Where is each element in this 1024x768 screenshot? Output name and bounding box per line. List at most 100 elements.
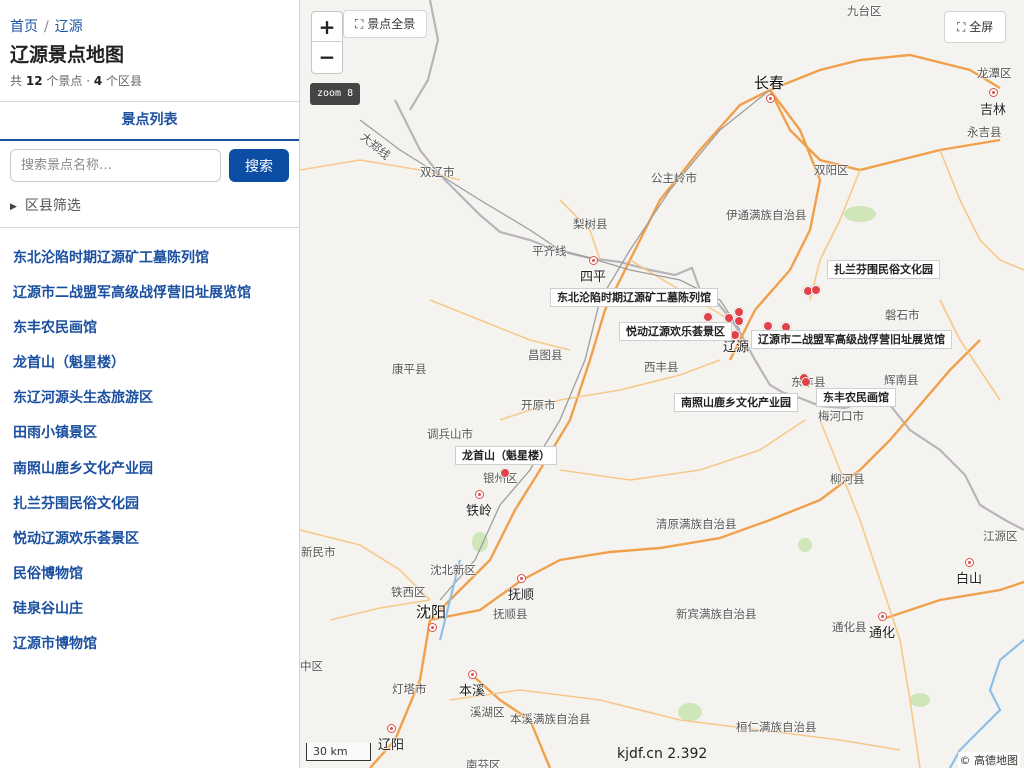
spot-label-yuedong[interactable]: 悦动辽源欢乐荟景区 [619,322,732,341]
spot-marker[interactable] [811,285,821,295]
spot-marker[interactable] [703,312,713,322]
place-label-diaobingshan: 调兵山市 [427,427,473,441]
place-label-xinbin: 新宾满族自治县 [676,607,757,621]
city-dot-tonghua [878,612,887,621]
spot-list-item[interactable]: 东丰农民画馆 [13,319,251,354]
place-label-dengta: 灯塔市 [392,682,427,696]
zoom-out-button[interactable]: − [312,42,342,72]
zoom-level-badge: zoom 8 [310,83,361,105]
spot-list-item[interactable]: 龙首山（魁星楼） [13,354,251,389]
place-label-liaoyang: 辽阳 [378,738,405,753]
city-dot-liaoyang [387,724,396,733]
place-label-changtu: 昌图县 [528,348,563,362]
place-label-shenbei: 沈北新区 [430,563,476,577]
place-label-fushun: 抚顺 [508,588,535,603]
place-label-huanren: 桓仁满族自治县 [736,720,817,734]
district-filter-label: 区县筛选 [24,198,81,214]
place-label-kangping: 康平县 [392,362,427,376]
caret-right-icon: ▶ [10,202,17,212]
place-label-shuangliao: 双辽市 [420,165,455,179]
place-label-jilin: 吉林 [980,103,1007,118]
district-filter-toggle[interactable]: ▶ 区县筛选 [10,195,81,215]
spot-list-item[interactable]: 田雨小镇景区 [13,424,251,459]
tab-spot-list[interactable]: 景点列表 [0,102,299,139]
city-dot-benxi [468,670,477,679]
city-dot-shenyang [428,623,437,632]
spot-marker[interactable] [500,468,510,478]
city-dot-baishan [965,558,974,567]
zoom-control: + − [311,11,343,74]
place-label-shuangyang: 双阳区 [814,163,849,177]
breadcrumb-current[interactable]: 辽源 [55,19,83,35]
fullscreen-button[interactable]: ⛶ 全屏 [944,11,1007,43]
spot-list-item[interactable]: 辽源市二战盟军高级战俘营旧址展览馆 [13,284,251,319]
spot-list-item[interactable]: 东北沦陷时期辽源矿工墓陈列馆 [13,249,251,284]
place-label-changchun: 长春 [754,74,785,92]
spot-list-item[interactable]: 悦动辽源欢乐荟景区 [13,530,251,565]
map-view[interactable]: 九台区 龙潭区 永吉县 双辽市 公主岭市 双阳区 伊通满族自治县 梨树县 平齐线… [300,0,1024,768]
spot-marker[interactable] [734,316,744,326]
spot-list-item[interactable]: 东辽河源头生态旅游区 [13,389,251,424]
place-label-qingyuan: 清原满族自治县 [656,517,737,531]
place-label-jiangyuan: 江源区 [983,529,1018,543]
city-dot-siping [589,256,598,265]
spot-label-dongfeng[interactable]: 东丰农民画馆 [816,388,896,407]
expand-icon: ⛶ [355,17,364,31]
place-label-baishan: 白山 [956,572,983,587]
spot-list-item[interactable]: 民俗博物馆 [13,565,251,600]
fullscreen-label: 全屏 [969,20,994,34]
spot-label-zhanlan[interactable]: 扎兰芬围民俗文化园 [827,260,940,279]
place-label-longtan: 龙潭区 [977,66,1012,80]
spot-unit: 个景点 · [46,74,91,88]
spot-list-item[interactable]: 硅泉谷山庄 [13,600,251,635]
city-dot-fushun [517,574,526,583]
map-copyright[interactable]: © 高德地图 [957,752,1020,768]
place-label-pingqi: 平齐线 [532,244,567,258]
breadcrumb: 首页 / 辽源 [10,16,83,36]
scale-bar: 30 km [306,743,371,761]
overview-button[interactable]: ⛶ 景点全景 [343,10,428,38]
sidebar: 首页 / 辽源 辽源景点地图 共 12 个景点 · 4 个区县 景点列表 搜索 ▶ 区… [0,0,300,768]
place-label-yongji: 永吉县 [967,125,1002,139]
place-label-gongzhuling: 公主岭市 [651,171,697,185]
summary-text: 共 12 个景点 · 4 个区县 [10,72,142,89]
place-label-xihu: 溪湖区 [470,705,505,719]
spot-label-zhanfu[interactable]: 辽源市二战盟军高级战俘营旧址展览馆 [751,330,952,349]
place-label-nanfen: 南芬区 [466,758,501,768]
page-title: 辽源景点地图 [10,44,125,66]
spot-list-item[interactable]: 扎兰芬围民俗文化园 [13,495,251,530]
city-dot-changchun [766,94,775,103]
place-label-yitong: 伊通满族自治县 [726,208,807,222]
place-label-shenyang: 沈阳 [416,603,447,621]
search-input[interactable] [10,149,221,182]
zoom-in-button[interactable]: + [312,12,342,42]
place-label-tiexi: 铁西区 [391,585,426,599]
place-label-meihekou: 梅河口市 [818,409,864,423]
roads [300,149,1024,768]
divider [0,227,299,228]
place-label-liuhe: 柳河县 [830,472,865,486]
place-label-benxix: 本溪满族自治县 [510,712,591,726]
spot-marker[interactable] [801,377,811,387]
place-label-tieling: 铁岭 [466,504,493,519]
spot-label-nanzhao[interactable]: 南照山鹿乡文化产业园 [674,393,798,412]
spot-list-item[interactable]: 南照山鹿乡文化产业园 [13,460,251,495]
place-label-panshi: 磐石市 [885,308,920,322]
spot-label-kuanggong[interactable]: 东北沦陷时期辽源矿工墓陈列馆 [550,288,718,307]
breadcrumb-separator: / [44,19,49,35]
spot-label-longshou[interactable]: 龙首山（魁星楼） [455,446,557,465]
expand-icon: ⛶ [957,20,966,34]
spot-list-item[interactable]: 辽源市博物馆 [13,635,251,670]
search-button[interactable]: 搜索 [229,149,289,182]
place-label-benxi: 本溪 [459,684,486,699]
place-label-lishu: 梨树县 [573,217,608,231]
place-label-siping: 四平 [580,270,607,285]
place-label-xifeng: 西丰县 [644,360,679,374]
place-label-jiutai: 九台区 [847,4,882,18]
district-count: 4 [93,74,103,88]
overview-label: 景点全景 [367,17,416,31]
spot-list: 东北沦陷时期辽源矿工墓陈列馆 辽源市二战盟军高级战俘营旧址展览馆 东丰农民画馆 … [13,249,251,670]
city-dot-jilin [989,88,998,97]
breadcrumb-home-link[interactable]: 首页 [10,19,38,35]
district-unit: 个区县 [106,74,143,88]
